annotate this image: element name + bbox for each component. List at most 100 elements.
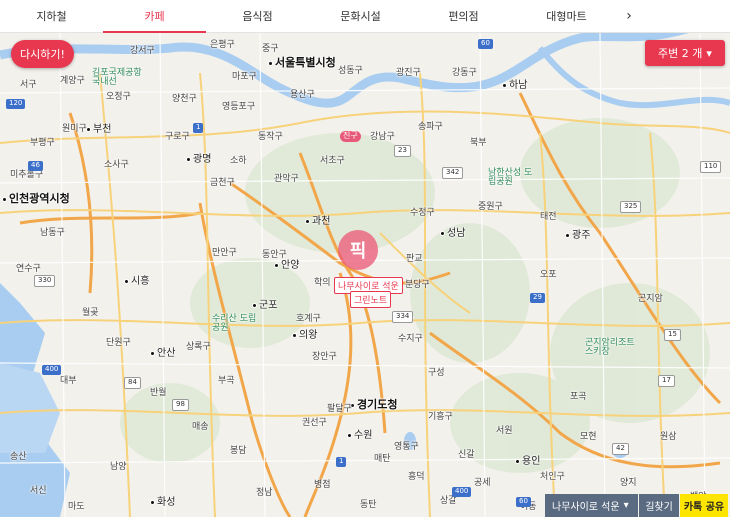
map-label-gyeonggi: 경기도청 [350, 399, 397, 410]
tab-cafe[interactable]: 카페 [103, 0, 206, 33]
map-label-hwaseong: 화성 [150, 498, 175, 508]
map-label-district: 오포 [540, 270, 557, 280]
map-label-district: 중원구 [478, 202, 503, 212]
map-label-district: 북부 [470, 138, 487, 148]
kakao-share-button[interactable]: 카톡 공유 [680, 494, 728, 517]
map-label-district: 봉담 [230, 446, 247, 456]
map-view[interactable]: 서울특별시청 인천광역시청 경기도청 과천 성남 하남 광주 광명 부천 안양 … [0, 33, 730, 517]
map-label-district: 광진구 [396, 68, 421, 78]
map-label-district: 소사구 [104, 160, 129, 170]
route-shield: 23 [394, 145, 411, 157]
map-label-siheung: 시흥 [124, 277, 149, 287]
map-label-district: 오정구 [106, 92, 131, 102]
map-label-district: 영등포구 [222, 102, 256, 112]
route-shield: 60 [516, 497, 531, 507]
map-label-district: 성동구 [338, 66, 363, 76]
map-label-district: 태전 [540, 212, 557, 222]
map-label-district: 상갈 [440, 496, 457, 506]
map-label-district: 강남구 [370, 132, 395, 142]
map-label-incheon: 인천광역시청 [2, 193, 70, 204]
route-shield: 15 [664, 329, 681, 341]
map-label-district: 송파구 [418, 122, 443, 132]
map-label-district: 마도 [68, 502, 85, 512]
route-shield: 84 [124, 377, 141, 389]
map-label-district: 반월 [150, 388, 167, 398]
map-label-district: 정남 [256, 488, 273, 498]
map-label-district: 장안구 [312, 352, 337, 362]
map-label-district: 강동구 [452, 68, 477, 78]
map-label-district: 중구 [262, 44, 279, 54]
map-label-district: 은평구 [210, 40, 235, 50]
nearby-count-label: 주변 2 개 [658, 47, 703, 60]
map-label-district: 처인구 [540, 472, 565, 482]
nearby-count-button[interactable]: 주변 2 개 ▾ [645, 40, 725, 66]
map-label-district: 기흥구 [428, 412, 453, 422]
map-label-district: 소하 [230, 156, 247, 166]
map-label-district: 구로구 [165, 132, 190, 142]
pick-marker[interactable]: 픽 [338, 230, 378, 270]
route-shield: 1 [336, 457, 347, 467]
category-tabs: 지하철 카페 음식점 문화시설 편의점 대형마트 › [0, 0, 730, 33]
route-button[interactable]: 길찾기 [639, 494, 679, 517]
map-label-district: 수정구 [410, 208, 435, 218]
map-label-district: 학의 [314, 278, 331, 288]
place-select[interactable]: 나무사이로 석운 ▾ [545, 494, 638, 517]
route-shield: 46 [28, 161, 43, 171]
map-label-district: 양천구 [172, 94, 197, 104]
tab-culture[interactable]: 문화시설 [309, 0, 412, 32]
tab-mart[interactable]: 대형마트 [515, 0, 618, 32]
map-label-gwacheon: 과천 [305, 217, 330, 227]
map-label-district: 원삼 [660, 432, 677, 442]
chevron-right-icon[interactable]: › [618, 0, 640, 32]
map-label-district: 용산구 [290, 90, 315, 100]
marker-place-sub[interactable]: 그린노트 [350, 291, 392, 308]
map-label-yongin: 용인 [515, 457, 540, 467]
map-label-district: 부평구 [30, 138, 55, 148]
map-label-district: 병점 [314, 480, 331, 490]
map-label-district: 단원구 [106, 338, 131, 348]
map-label-district: 호계구 [296, 314, 321, 324]
map-label-district: 포곡 [570, 392, 587, 402]
route-shield: 400 [452, 487, 472, 497]
caret-down-icon: ▾ [706, 46, 712, 60]
map-label-district: 서신 [30, 486, 47, 496]
map-label-district: 동안구 [262, 250, 287, 260]
map-label-district: 남동구 [40, 228, 65, 238]
map-label-district: 구성 [428, 368, 445, 378]
map-label-district: 양지 [620, 478, 637, 488]
tab-restaurant[interactable]: 음식점 [206, 0, 309, 32]
map-district-marker: 진구 [340, 131, 361, 142]
map-label-district: 서구 [20, 80, 37, 90]
map-label-district: 남양 [110, 462, 127, 472]
map-label-district: 미추홀구 [10, 170, 44, 180]
map-label-district: 영통구 [394, 442, 419, 452]
map-label-district: 마포구 [232, 72, 257, 82]
route-shield: 110 [700, 161, 722, 173]
map-label-district: 강서구 [130, 46, 155, 56]
map-label-district: 동작구 [258, 132, 283, 142]
map-label-district: 판교 [406, 254, 423, 264]
route-shield: 60 [478, 39, 493, 49]
map-label-district: 대부 [60, 376, 77, 386]
map-label-uiwang: 의왕 [292, 331, 317, 341]
map-label-suwon: 수원 [347, 431, 372, 441]
map-label-anyang: 안양 [274, 261, 299, 271]
route-shield: 42 [612, 443, 629, 455]
tab-subway[interactable]: 지하철 [0, 0, 103, 32]
map-label-seoul: 서울특별시청 [268, 57, 336, 68]
retry-button[interactable]: 다시하기! [11, 40, 74, 68]
map-label-district: 서원 [496, 426, 513, 436]
tab-convenience[interactable]: 편의점 [412, 0, 515, 32]
map-label-district: 매탄 [374, 454, 391, 464]
map-label-hanam: 하남 [502, 81, 527, 91]
map-label-ansan: 안산 [150, 349, 175, 359]
map-label-district: 월곶 [82, 308, 99, 318]
map-label-district: 만안구 [212, 248, 237, 258]
map-label-district: 계양구 [60, 76, 85, 86]
map-label-gunpo: 군포 [252, 301, 277, 311]
map-label-district: 수지구 [398, 334, 423, 344]
map-label-gwangju: 광주 [565, 231, 590, 241]
route-shield: 98 [172, 399, 189, 411]
route-shield: 342 [442, 167, 464, 179]
map-label-surisan: 수리산 도립공원 [212, 314, 257, 333]
